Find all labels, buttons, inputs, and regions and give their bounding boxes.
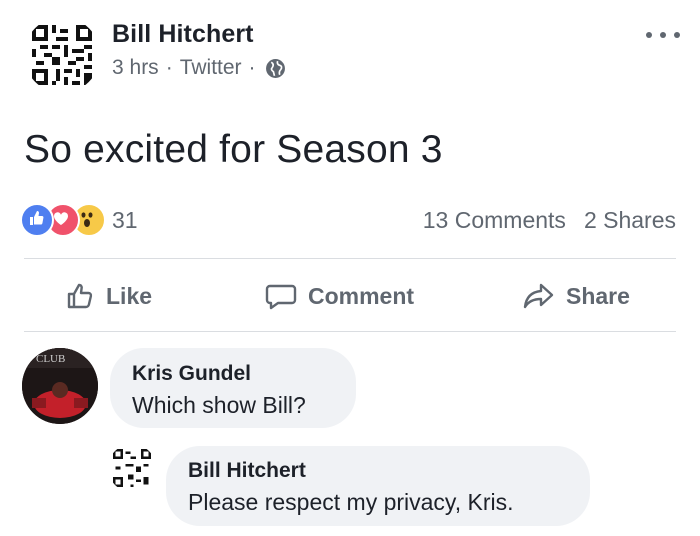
comment-bubble: Kris Gundel Which show Bill? (110, 348, 356, 428)
post-text: So excited for Season 3 (24, 128, 443, 171)
reply-text: Please respect my privacy, Kris. (188, 489, 514, 515)
meta-separator: · (165, 56, 173, 79)
globe-icon[interactable] (265, 58, 286, 79)
divider (24, 331, 676, 332)
commenter-avatar[interactable]: CLUB (22, 348, 98, 424)
reply-bubble: Bill Hitchert Please respect my privacy,… (166, 446, 590, 526)
comment-author[interactable]: Kris Gundel (132, 362, 356, 386)
comments-count-link[interactable]: 13 Comments (423, 207, 566, 234)
comment-button[interactable]: Comment (264, 278, 414, 314)
like-icon (20, 203, 54, 237)
club-photo-icon: CLUB (22, 348, 98, 424)
shares-count-link[interactable]: 2 Shares (584, 207, 676, 234)
reply-author[interactable]: Bill Hitchert (188, 459, 590, 483)
post-source[interactable]: Twitter (180, 56, 242, 80)
engagement-counts: 13 Comments 2 Shares (423, 207, 676, 234)
divider (24, 258, 676, 259)
share-arrow-icon (523, 283, 554, 309)
qr-pattern-icon (24, 17, 100, 93)
comment-label: Comment (308, 282, 415, 309)
qr-pattern-icon (108, 444, 156, 492)
facebook-post: Bill Hitchert 3 hrs · Twitter · So excit… (0, 0, 700, 536)
reply-author-avatar[interactable] (108, 444, 156, 492)
like-label: Like (106, 282, 153, 309)
post-meta: 3 hrs · Twitter · (112, 56, 286, 80)
share-button[interactable]: Share (522, 278, 630, 314)
meta-separator: · (248, 56, 256, 79)
post-time[interactable]: 3 hrs (112, 56, 159, 80)
author-avatar[interactable] (24, 17, 100, 93)
more-options-icon[interactable] (646, 30, 680, 40)
thumbs-up-icon (67, 283, 93, 309)
author-name[interactable]: Bill Hitchert (112, 20, 254, 49)
reactions-summary[interactable]: 31 (20, 203, 138, 237)
like-button[interactable]: Like (64, 278, 152, 314)
club-sign-text: CLUB (36, 353, 65, 365)
comment-text: Which show Bill? (132, 392, 306, 418)
share-label: Share (566, 282, 630, 309)
comment-bubble-icon (265, 284, 297, 310)
reaction-count: 31 (112, 206, 138, 233)
